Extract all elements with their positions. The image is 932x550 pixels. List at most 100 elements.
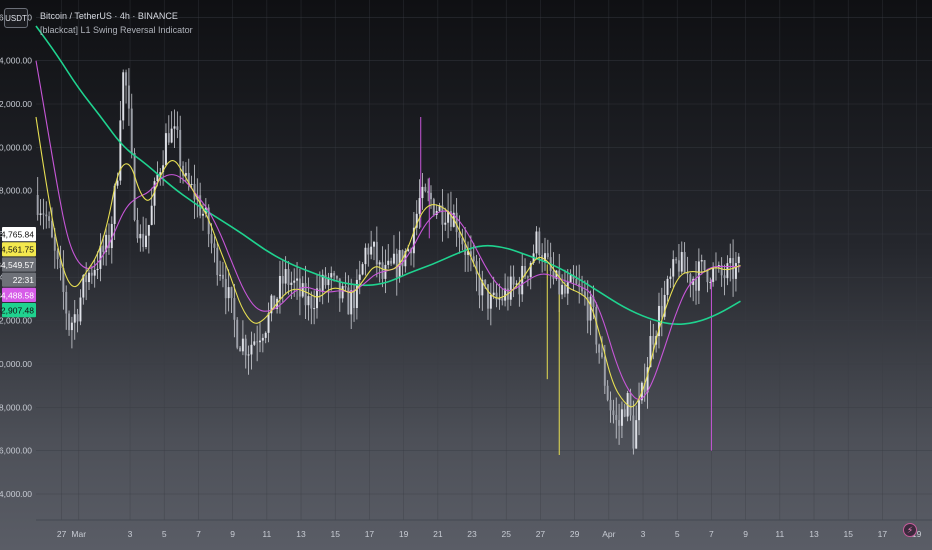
candle-body (76, 314, 79, 322)
candle-body (85, 275, 88, 283)
indicator-title: [blackcat] L1 Swing Reversal Indicator (40, 25, 193, 35)
candle-body (609, 399, 612, 411)
candle-body (375, 241, 378, 265)
candle-body (293, 280, 296, 283)
candle-body (264, 332, 267, 338)
candle-body (501, 298, 504, 301)
currency-button[interactable]: USDT (4, 8, 28, 28)
candle-body (150, 205, 153, 225)
candle-body (310, 296, 313, 309)
x-tick-label: 7 (196, 529, 201, 539)
time-axis-labels: 27 Mar 3 5 7 9 11 13 15 17 19 21 23 25 27 29 Apr 3 5 7 9 11 13… (57, 529, 922, 539)
candle-body (495, 292, 498, 300)
candle-body (603, 356, 606, 386)
candle-body (53, 237, 56, 251)
price-badge: 82,907.48 (0, 303, 36, 318)
candle-body (236, 319, 239, 348)
candle-body (125, 72, 128, 86)
candle-body (635, 420, 638, 449)
candle-body (219, 274, 222, 276)
candle-body (666, 278, 669, 295)
candle-body (290, 282, 293, 285)
x-tick-label: 3 (641, 529, 646, 539)
x-tick-label: 9 (743, 529, 748, 539)
candle-body (281, 276, 284, 284)
y-tick-label: 76,000.00 (0, 446, 32, 456)
candle-body (210, 234, 213, 244)
candle-body (184, 173, 187, 176)
candle-body (145, 235, 148, 248)
candle-body (512, 276, 515, 285)
candle-body (315, 288, 318, 309)
price-badge-label: 84,549.57 (0, 260, 34, 270)
candle-body (558, 270, 561, 295)
candle-body (96, 268, 99, 271)
candle-body (176, 126, 179, 130)
candle-body (259, 340, 261, 343)
candle-body (244, 338, 247, 356)
candle-body (660, 305, 663, 317)
candle-body (390, 260, 393, 264)
candle-body (680, 252, 683, 272)
candle-body (358, 274, 361, 280)
candle-body (344, 286, 347, 288)
candle-body (56, 250, 59, 260)
candle-body (247, 354, 250, 356)
candle-body (546, 253, 549, 258)
candle-body (737, 256, 740, 264)
candle-body (492, 292, 495, 296)
price-badge: 84,549.57 (0, 257, 36, 272)
candle-body (712, 267, 715, 282)
lightning-icon[interactable]: ⚡ (903, 523, 917, 537)
x-tick-label: 25 (501, 529, 511, 539)
candle-body (686, 272, 689, 275)
x-tick-label: 19 (399, 529, 409, 539)
candle-body (638, 400, 641, 421)
candle-body (42, 213, 45, 215)
candle-body (48, 216, 51, 221)
x-tick-label: 23 (467, 529, 477, 539)
candle-body (173, 126, 176, 129)
y-tick-label: 88,000.00 (0, 186, 32, 196)
candle-body (307, 296, 310, 306)
x-tick-label: 21 (433, 529, 443, 539)
x-tick-label: 7 (709, 529, 714, 539)
x-tick-label: 11 (775, 529, 784, 539)
candle-body (147, 224, 150, 236)
candle-body (429, 192, 432, 200)
y-tick-label: 92,000.00 (0, 99, 32, 109)
candle-body (350, 290, 353, 315)
candle-body (695, 278, 698, 291)
candle-body (623, 409, 626, 417)
candle-body (261, 337, 264, 341)
candle-body (364, 247, 367, 265)
candle-body (729, 258, 732, 264)
candle-body (139, 233, 142, 239)
price-badge: 84,765.84 (0, 227, 36, 242)
x-tick-label: 27 (57, 529, 67, 539)
candle-body (706, 269, 709, 283)
candle-body (421, 186, 424, 199)
x-tick-label: 13 (296, 529, 306, 539)
ma-slow-line (35, 25, 741, 325)
candle-body (620, 409, 623, 426)
candle-body (127, 85, 130, 109)
y-tick-label: 80,000.00 (0, 359, 32, 369)
candle-body (330, 273, 333, 278)
candle-body (267, 313, 270, 333)
candle-body (298, 278, 301, 297)
candle-body (250, 344, 253, 355)
candle-body (73, 314, 76, 323)
candle-body (669, 276, 672, 279)
x-tick-label: 27 (536, 529, 546, 539)
candle-body (367, 247, 370, 255)
candle-body (575, 278, 578, 284)
candle-body (683, 252, 686, 273)
price-badge-label: 82,907.48 (0, 306, 34, 316)
candle-body (213, 243, 216, 248)
x-tick-label: Mar (71, 529, 86, 539)
price-chart[interactable]: 74,000.0076,000.0078,000.0080,000.0082,0… (0, 0, 932, 550)
candle-body (561, 284, 564, 295)
candle-body (167, 133, 170, 143)
x-tick-label: 15 (843, 529, 853, 539)
